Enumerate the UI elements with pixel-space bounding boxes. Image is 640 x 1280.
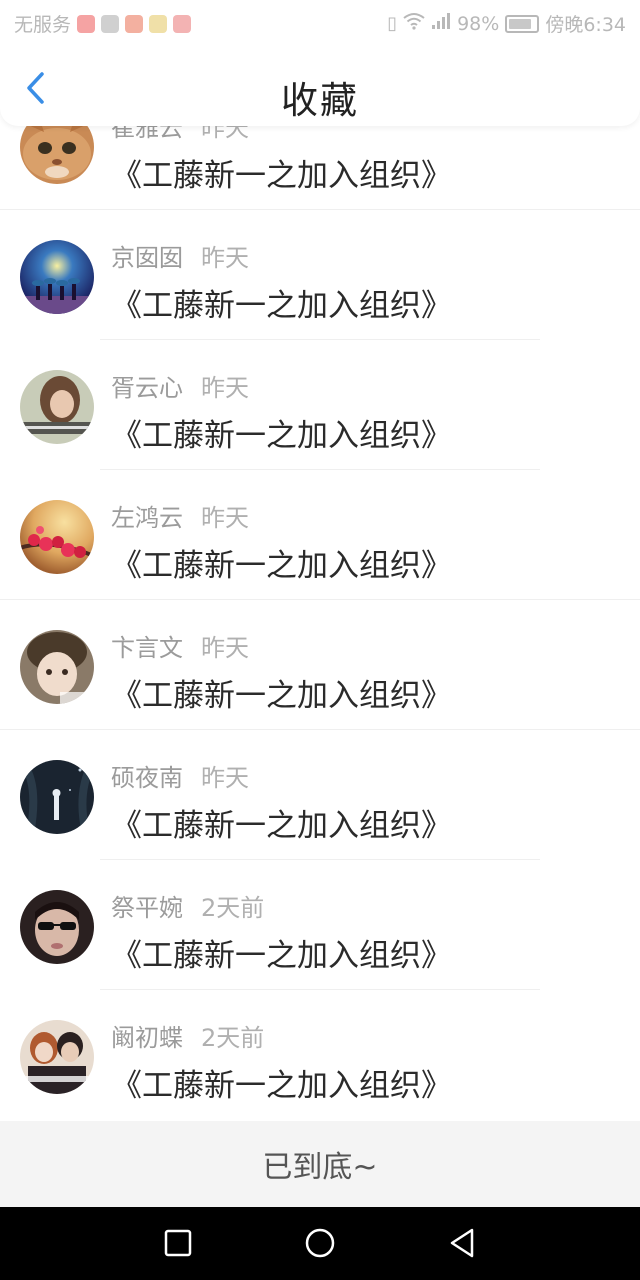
list-item[interactable]: 京囡囡 昨天 《工藤新一之加入组织》 (0, 210, 640, 340)
author-name: 硕夜南 (111, 764, 183, 792)
author-name: 祭平婉 (111, 894, 183, 922)
post-time: 昨天 (201, 244, 249, 272)
home-button[interactable] (302, 1225, 338, 1261)
end-of-list-bar: 已到底~ (0, 1121, 640, 1207)
status-bar: 无服务 ▯ 98% 傍晚6:34 (0, 0, 640, 44)
item-title: 《工藤新一之加入组织》 (111, 158, 452, 194)
author-line: 阚初蝶 2天前 (111, 1018, 264, 1053)
item-title: 《工藤新一之加入组织》 (111, 808, 452, 844)
post-time: 2天前 (201, 894, 265, 922)
post-time: 昨天 (201, 504, 249, 532)
clock-text: 傍晚6:34 (545, 14, 626, 36)
author-line: 左鸿云 昨天 (111, 498, 249, 533)
author-name: 左鸿云 (111, 504, 183, 532)
list-item[interactable]: 硕夜南 昨天 《工藤新一之加入组织》 (0, 730, 640, 860)
author-line: 硕夜南 昨天 (111, 758, 249, 793)
battery-icon (505, 14, 540, 33)
carrier-text: 无服务 (14, 14, 72, 36)
header-bar: 收藏 (0, 44, 640, 126)
cute-avatar[interactable] (20, 630, 94, 704)
author-name: 阚初蝶 (111, 1024, 183, 1052)
back-icon (450, 1228, 474, 1258)
author-name: 卞言文 (111, 634, 183, 662)
favorites-list: 崔雅云 昨天 《工藤新一之加入组织》 京囡囡 昨天 《工藤新一之加入组织》 胥云… (0, 80, 640, 1120)
notification-app-icon (149, 14, 168, 33)
night-sky-avatar[interactable] (20, 240, 94, 314)
nav-back-button[interactable] (444, 1225, 480, 1261)
vibrate-icon: ▯ (387, 13, 398, 34)
author-line: 祭平婉 2天前 (111, 888, 264, 923)
battery-percent: 98% (457, 12, 500, 35)
girl-avatar[interactable] (20, 370, 94, 444)
post-time: 昨天 (201, 764, 249, 792)
signal-icon (431, 12, 451, 35)
home-icon (305, 1228, 335, 1258)
author-line: 京囡囡 昨天 (111, 238, 249, 273)
author-line: 卞言文 昨天 (111, 628, 249, 663)
screen: 无服务 ▯ 98% 傍晚6:34 崔雅云 昨天 《工藤新一之加入组织》 京囡囡 … (0, 0, 640, 1280)
list-item[interactable]: 胥云心 昨天 《工藤新一之加入组织》 (0, 340, 640, 470)
wifi-icon (403, 12, 425, 35)
status-left: 无服务 (14, 10, 192, 37)
notification-app-icon (77, 14, 96, 33)
post-time: 2天前 (201, 1024, 265, 1052)
notification-app-icon (173, 14, 192, 33)
item-title: 《工藤新一之加入组织》 (111, 548, 452, 584)
list-item[interactable]: 卞言文 昨天 《工藤新一之加入组织》 (0, 600, 640, 730)
item-title: 《工藤新一之加入组织》 (111, 1068, 452, 1104)
post-time: 昨天 (201, 374, 249, 402)
author-name: 胥云心 (111, 374, 183, 402)
post-time: 昨天 (201, 634, 249, 662)
sunglasses-avatar[interactable] (20, 890, 94, 964)
couple-avatar[interactable] (20, 1020, 94, 1094)
recent-apps-icon (164, 1229, 192, 1257)
list-item[interactable]: 祭平婉 2天前 《工藤新一之加入组织》 (0, 860, 640, 990)
list-item[interactable]: 阚初蝶 2天前 《工藤新一之加入组织》 (0, 990, 640, 1120)
recent-apps-button[interactable] (160, 1225, 196, 1261)
page-title: 收藏 (281, 79, 359, 122)
list-item[interactable]: 左鸿云 昨天 《工藤新一之加入组织》 (0, 470, 640, 600)
dark-forest-avatar[interactable] (20, 760, 94, 834)
notification-app-icon (101, 14, 120, 33)
notification-app-icon (125, 14, 144, 33)
author-name: 京囡囡 (111, 244, 183, 272)
end-of-list-text: 已到底~ (262, 1150, 378, 1185)
item-title: 《工藤新一之加入组织》 (111, 938, 452, 974)
item-title: 《工藤新一之加入组织》 (111, 418, 452, 454)
item-title: 《工藤新一之加入组织》 (111, 678, 452, 714)
flowers-avatar[interactable] (20, 500, 94, 574)
status-right: ▯ 98% 傍晚6:34 (387, 10, 626, 37)
author-line: 胥云心 昨天 (111, 368, 249, 403)
item-title: 《工藤新一之加入组织》 (111, 288, 452, 324)
system-nav-bar (0, 1207, 640, 1280)
